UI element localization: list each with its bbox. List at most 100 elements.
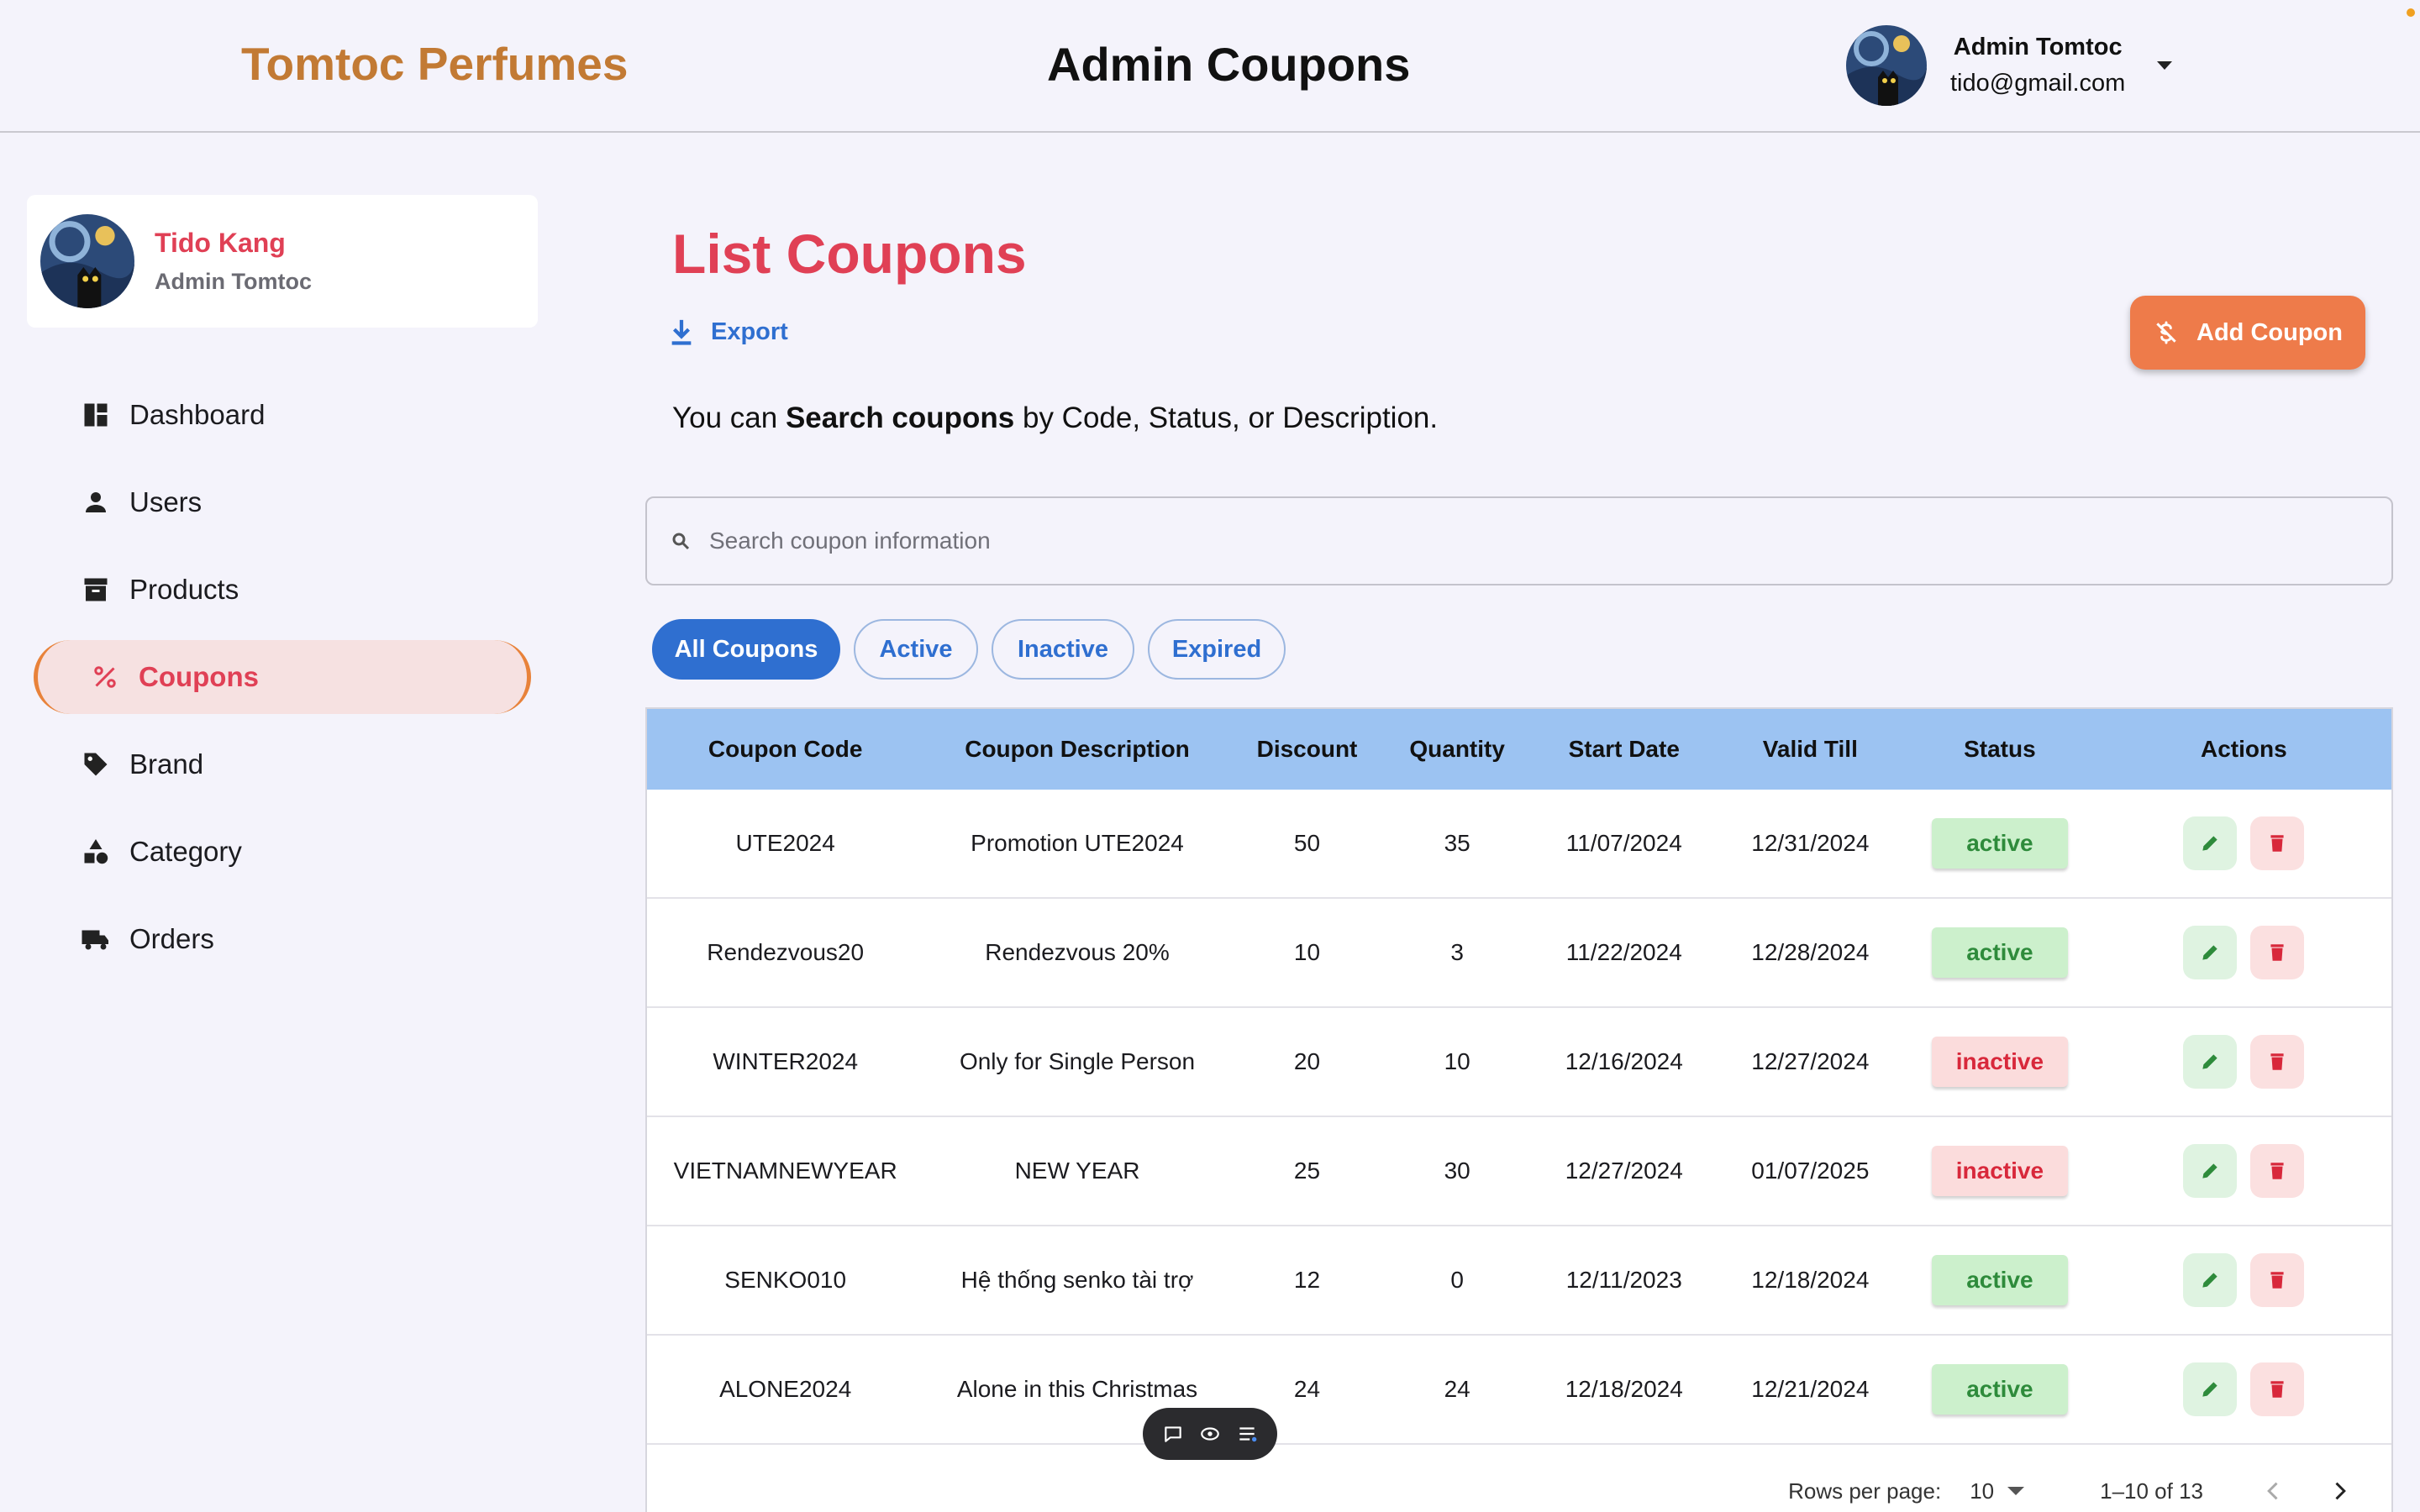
status-badge: inactive (1931, 1146, 2068, 1196)
coupon-off-icon (2156, 321, 2176, 344)
search-input[interactable] (709, 528, 2306, 554)
sidebar-item-brand[interactable]: Brand (34, 727, 531, 801)
sidebar-item-label: Brand (129, 748, 204, 780)
status-cell: active (1903, 818, 2096, 869)
quantity-cell: 10 (1444, 1048, 1470, 1074)
filter-all-coupons[interactable]: All Coupons (652, 619, 840, 680)
sidebar-item-label: Products (129, 574, 239, 605)
sidebar-item-coupons[interactable]: Coupons (34, 640, 531, 714)
edit-button[interactable] (2183, 926, 2238, 979)
export-button[interactable]: Export (669, 318, 788, 346)
chevron-left-icon[interactable] (2262, 1479, 2286, 1503)
table-row[interactable]: ALONE2024 Alone in this Christmas 24 24 12/1… (647, 1336, 2391, 1445)
sidebar-item-label: Orders (129, 923, 214, 954)
table-row[interactable]: WINTER2024 Only for Single Person 20 10 12/1… (647, 1008, 2391, 1117)
start-date-cell: 12/27/2024 (1565, 1158, 1683, 1184)
comment-icon[interactable] (1162, 1423, 1184, 1445)
trash-icon (2270, 1381, 2284, 1398)
status-cell: inactive (1903, 1146, 2096, 1196)
profile-name: Tido Kang (155, 228, 286, 258)
sidebar-item-products[interactable]: Products (34, 553, 531, 627)
coupon-description-cell: Hệ thống senko tài trợ (960, 1267, 1194, 1293)
sidebar-item-category[interactable]: Category (34, 815, 531, 889)
quantity-cell: 0 (1450, 1267, 1464, 1293)
edit-button[interactable] (2183, 1144, 2238, 1198)
filter-expired[interactable]: Expired (1148, 619, 1286, 680)
rows-per-page-select[interactable]: 10 (1970, 1478, 2025, 1504)
pencil-icon (2202, 836, 2218, 851)
table-row[interactable]: Rendezvous20 Rendezvous 20% 10 3 11/22/2024 1… (647, 899, 2391, 1008)
trash-icon (2270, 1053, 2284, 1070)
edit-button[interactable] (2183, 816, 2238, 870)
floating-toolbar (1143, 1408, 1277, 1460)
delete-button[interactable] (2250, 1362, 2305, 1416)
edit-button[interactable] (2183, 1253, 2238, 1307)
column-header[interactable]: Quantity (1383, 736, 1531, 763)
sidebar-nav: Dashboard Users Products Coupons Brand C… (34, 378, 531, 990)
column-header[interactable]: Valid Till (1718, 736, 1904, 763)
column-header[interactable]: Coupon Description (923, 736, 1230, 763)
download-icon (671, 319, 692, 345)
actions-cell (2096, 1144, 2391, 1198)
eye-icon[interactable] (1199, 1423, 1221, 1445)
quantity-cell: 3 (1450, 939, 1464, 965)
table-row[interactable]: VIETNAMNEWYEAR NEW YEAR 25 30 12/27/2024 01/0… (647, 1117, 2391, 1226)
status-badge: active (1931, 818, 2068, 869)
delete-button[interactable] (2250, 926, 2305, 979)
chevron-down-icon[interactable] (2157, 61, 2173, 70)
column-header[interactable]: Coupon Code (647, 736, 923, 763)
valid-till-cell: 12/21/2024 (1751, 1376, 1870, 1402)
top-bar: Tomtoc Perfumes Admin Coupons Admin Tomt… (0, 0, 2420, 133)
quantity-cell: 30 (1444, 1158, 1470, 1184)
filter-inactive[interactable]: Inactive (992, 619, 1134, 680)
avatar (1846, 25, 1927, 106)
status-cell: active (1903, 927, 2096, 978)
coupon-code-cell: VIETNAMNEWYEAR (673, 1158, 897, 1184)
pencil-icon (2202, 1054, 2218, 1069)
delete-button[interactable] (2250, 1144, 2305, 1198)
search-hint: You can Search coupons by Code, Status, … (672, 402, 1439, 434)
coupon-description-cell: Only for Single Person (959, 1048, 1196, 1074)
brand-logo[interactable]: Tomtoc Perfumes (241, 37, 628, 91)
rows-per-page-label: Rows per page: (1788, 1478, 1942, 1504)
column-header[interactable]: Discount (1231, 736, 1384, 763)
coupon-code-cell: ALONE2024 (719, 1376, 852, 1402)
quantity-cell: 35 (1444, 830, 1470, 856)
coupon-description-cell: Alone in this Christmas (956, 1376, 1198, 1402)
valid-till-cell: 12/28/2024 (1751, 939, 1870, 965)
sidebar-item-orders[interactable]: Orders (34, 902, 531, 976)
table-row[interactable]: SENKO010 Hệ thống senko tài trợ 12 0 12/11/2… (647, 1226, 2391, 1336)
sidebar-item-users[interactable]: Users (34, 465, 531, 539)
actions-cell (2096, 1362, 2391, 1416)
category-icon (84, 839, 108, 864)
discount-cell: 12 (1293, 1267, 1321, 1293)
pencil-icon (2202, 945, 2218, 960)
sidebar-item-dashboard[interactable]: Dashboard (34, 378, 531, 452)
coupon-description-cell: Promotion UTE2024 (971, 830, 1184, 856)
search-bar[interactable] (645, 496, 2393, 585)
delete-button[interactable] (2250, 1035, 2305, 1089)
valid-till-cell: 12/31/2024 (1751, 830, 1870, 856)
discount-cell: 50 (1293, 830, 1321, 856)
column-header[interactable]: Start Date (1531, 736, 1718, 763)
export-label: Export (711, 318, 788, 345)
user-menu[interactable]: Admin Tomtoc tido@gmail.com (1846, 25, 2173, 106)
delete-button[interactable] (2250, 816, 2305, 870)
actions-cell (2096, 926, 2391, 979)
delete-button[interactable] (2250, 1253, 2305, 1307)
table-row[interactable]: UTE2024 Promotion UTE2024 50 35 11/07/2024 12… (647, 790, 2391, 899)
edit-button[interactable] (2183, 1362, 2238, 1416)
chevron-right-icon[interactable] (2328, 1479, 2351, 1503)
list-icon[interactable] (1236, 1423, 1258, 1445)
edit-button[interactable] (2183, 1035, 2238, 1089)
column-header[interactable]: Status (1903, 736, 2096, 763)
user-icon (86, 492, 106, 512)
filter-active[interactable]: Active (854, 619, 978, 680)
coupon-code-cell: UTE2024 (735, 830, 835, 856)
status-cell: active (1903, 1364, 2096, 1415)
notification-dot (2407, 8, 2415, 17)
pencil-icon (2202, 1382, 2218, 1397)
actions-cell (2096, 1035, 2391, 1089)
add-coupon-button[interactable]: Add Coupon (2130, 296, 2365, 370)
discount-cell: 10 (1293, 939, 1321, 965)
